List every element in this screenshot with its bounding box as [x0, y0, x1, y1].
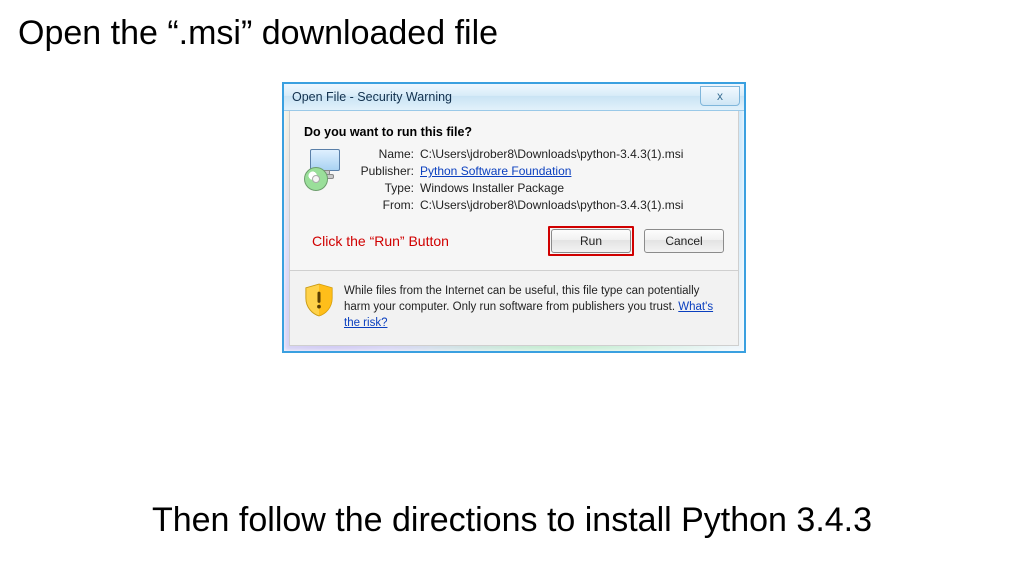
installer-icon — [304, 147, 360, 212]
name-value: C:\Users\jdrober8\Downloads\python-3.4.3… — [420, 147, 724, 161]
type-value: Windows Installer Package — [420, 181, 724, 195]
publisher-link[interactable]: Python Software Foundation — [420, 164, 571, 178]
security-warning-dialog: Open File - Security Warning x Do you wa… — [282, 82, 746, 353]
slide-heading: Open the “.msi” downloaded file — [18, 14, 498, 53]
button-row: Click the “Run” Button Run Cancel — [290, 216, 738, 270]
from-label: From: — [360, 198, 420, 212]
window-title: Open File - Security Warning — [284, 90, 452, 104]
run-button[interactable]: Run — [551, 229, 631, 253]
slide-footer: Then follow the directions to install Py… — [152, 501, 872, 540]
dialog-body: Do you want to run this file? Name: C:\U… — [289, 111, 739, 346]
warning-text-block: While files from the Internet can be use… — [344, 283, 724, 331]
name-label: Name: — [360, 147, 420, 161]
run-annotation: Click the “Run” Button — [304, 233, 538, 249]
cancel-button[interactable]: Cancel — [644, 229, 724, 253]
shield-warning-icon — [304, 283, 334, 317]
type-label: Type: — [360, 181, 420, 195]
run-button-highlight: Run — [548, 226, 634, 256]
from-value: C:\Users\jdrober8\Downloads\python-3.4.3… — [420, 198, 724, 212]
close-button[interactable]: x — [700, 86, 740, 106]
close-icon: x — [717, 89, 723, 103]
file-info-grid: Name: C:\Users\jdrober8\Downloads\python… — [290, 147, 738, 216]
titlebar: Open File - Security Warning x — [284, 84, 744, 111]
prompt-text: Do you want to run this file? — [290, 111, 738, 147]
warning-text: While files from the Internet can be use… — [344, 285, 699, 313]
publisher-label: Publisher: — [360, 164, 420, 178]
warning-panel: While files from the Internet can be use… — [290, 271, 738, 345]
